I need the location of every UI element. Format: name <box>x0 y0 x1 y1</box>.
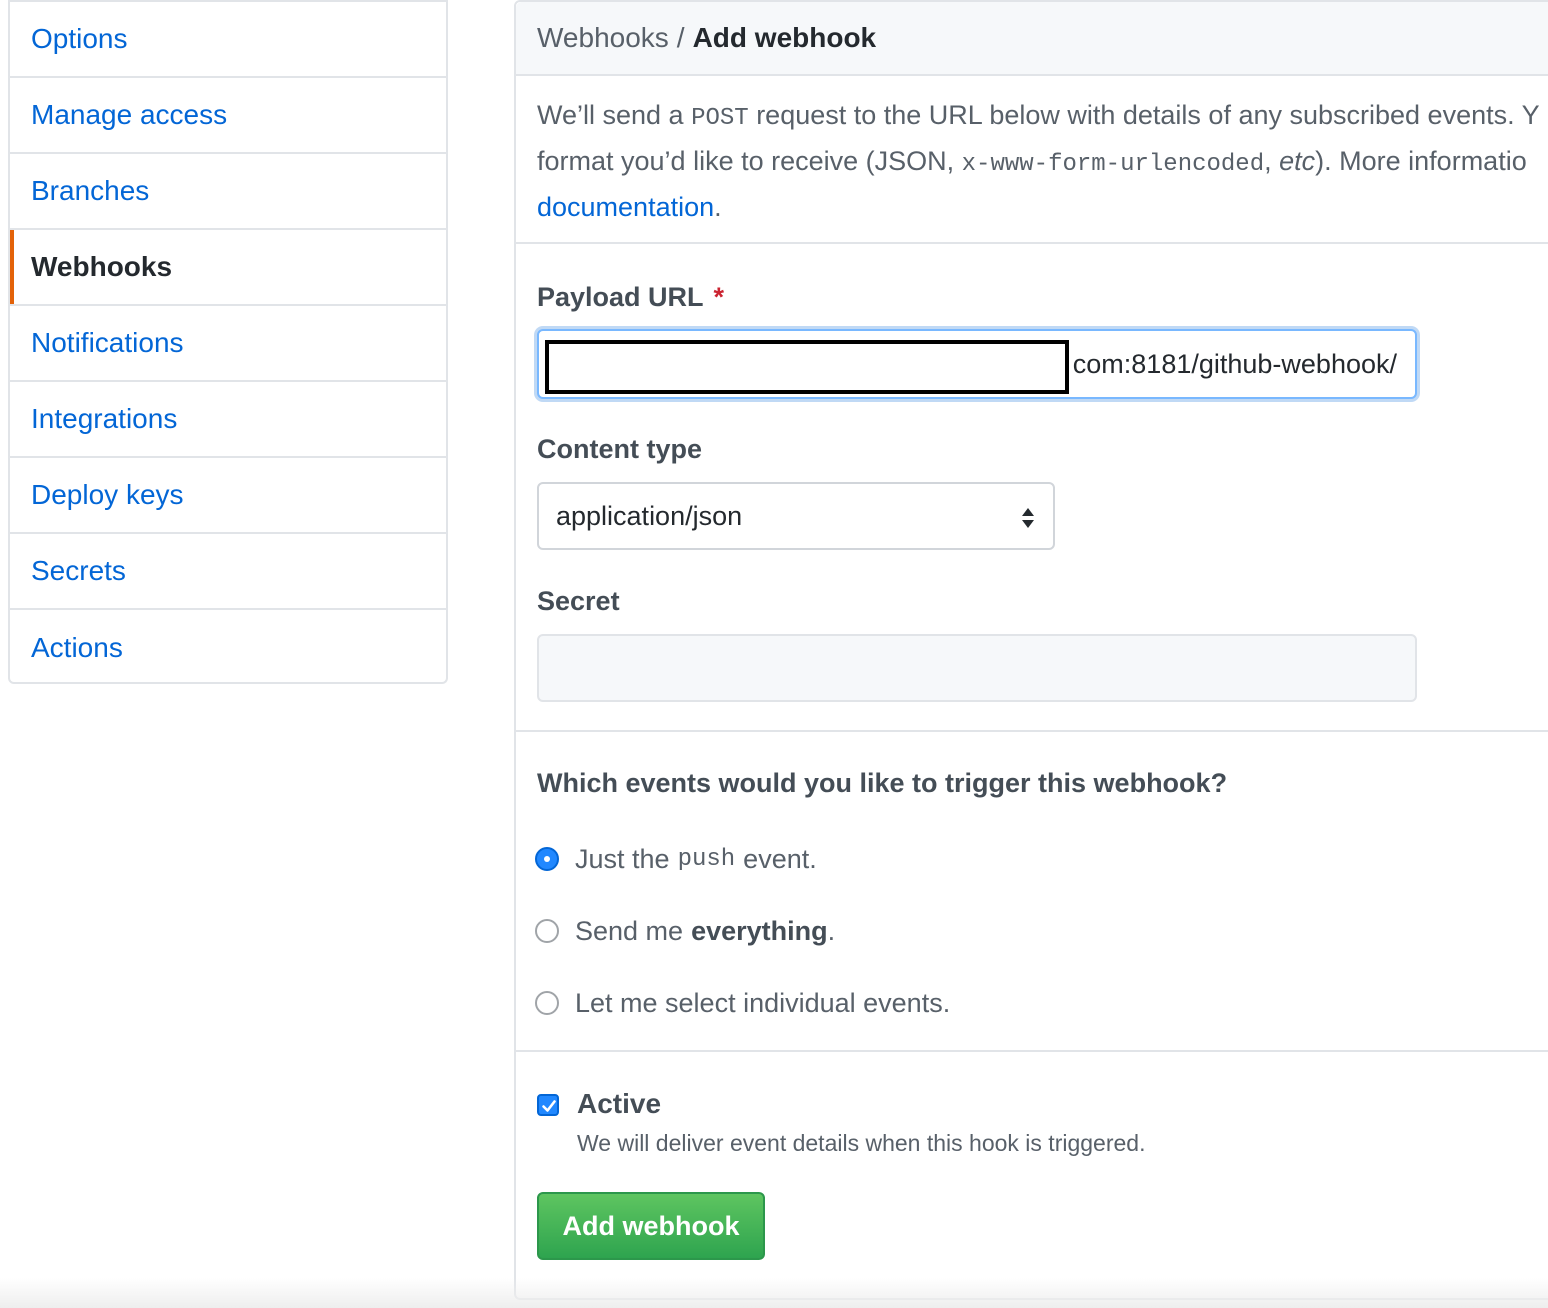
radio-push-event[interactable]: Just the push event. <box>535 839 817 879</box>
bottom-shadow <box>0 1278 1548 1308</box>
documentation-link[interactable]: documentation <box>537 192 714 222</box>
sidebar-item-label: Webhooks <box>31 251 173 282</box>
sidebar-item-label: Deploy keys <box>31 479 184 510</box>
radio-label: Send me <box>575 915 684 946</box>
page-title: Add webhook <box>692 22 877 53</box>
redaction-box <box>545 340 1069 394</box>
everything-strong: everything <box>691 915 828 946</box>
divider <box>516 242 1548 244</box>
sidebar-item-deploy-keys[interactable]: Deploy keys <box>10 458 446 534</box>
payload-url-label: Payload URL * <box>537 282 724 313</box>
radio-button[interactable] <box>535 919 559 943</box>
intro-text-part: , <box>1264 146 1280 176</box>
form-urlencoded-code: x-www-form-urlencoded <box>961 151 1265 178</box>
active-checkbox[interactable] <box>537 1094 559 1116</box>
sidebar-item-manage-access[interactable]: Manage access <box>10 78 446 154</box>
intro-text-part: request to the URL below with details of… <box>748 100 1540 130</box>
content-type-label: Content type <box>537 434 702 464</box>
payload-url-value: com:8181/github-webhook/ <box>1072 349 1397 379</box>
radio-button[interactable] <box>535 991 559 1015</box>
radio-label: event. <box>743 843 817 874</box>
push-code: push <box>677 845 736 873</box>
sidebar-item-options[interactable]: Options <box>10 2 446 78</box>
sidebar-item-integrations[interactable]: Integrations <box>10 382 446 458</box>
sidebar-item-notifications[interactable]: Notifications <box>10 306 446 382</box>
etc-text: etc <box>1279 146 1316 176</box>
divider <box>516 1050 1548 1052</box>
sidebar-item-secrets[interactable]: Secrets <box>10 534 446 610</box>
required-mark: * <box>713 282 725 312</box>
secret-input[interactable] <box>537 634 1417 702</box>
active-note: We will deliver event details when this … <box>577 1130 1146 1156</box>
content-type-value: application/json <box>556 500 743 531</box>
sidebar-item-label: Notifications <box>31 327 184 358</box>
selected-indicator <box>10 230 14 304</box>
sidebar-item-branches[interactable]: Branches <box>10 154 446 230</box>
active-label: Active <box>577 1088 662 1119</box>
checkmark-icon <box>542 1100 556 1112</box>
radio-everything[interactable]: Send me everything. <box>535 911 835 951</box>
events-question: Which events would you like to trigger t… <box>537 768 1228 798</box>
radio-label: Let me select individual events. <box>575 987 951 1018</box>
content-type-select[interactable]: application/json <box>537 482 1055 550</box>
radio-label: . <box>827 915 836 946</box>
add-webhook-button[interactable]: Add webhook <box>537 1192 765 1260</box>
settings-sidebar: Options Manage access Branches Webhooks … <box>8 0 448 684</box>
sidebar-item-actions[interactable]: Actions <box>10 610 446 686</box>
intro-text-part: . <box>714 192 722 222</box>
sidebar-item-label: Branches <box>31 175 150 206</box>
secret-label: Secret <box>537 586 620 616</box>
intro-text-part: We’ll send a <box>537 100 692 130</box>
intro-text: We’ll send a POST request to the URL bel… <box>537 94 1548 228</box>
breadcrumb-webhooks[interactable]: Webhooks <box>537 22 669 54</box>
radio-individual-events[interactable]: Let me select individual events. <box>535 983 950 1023</box>
sidebar-item-label: Integrations <box>31 403 178 434</box>
post-code: POST <box>691 105 749 132</box>
intro-text-part: format you’d like to receive (JSON, <box>537 146 962 176</box>
sidebar-item-label: Actions <box>31 632 123 663</box>
breadcrumb: Webhooks / Add webhook <box>516 2 1548 76</box>
payload-url-input[interactable]: com:8181/github-webhook/ <box>537 329 1417 399</box>
breadcrumb-separator: / <box>676 22 685 53</box>
radio-button-checked[interactable] <box>535 847 559 871</box>
payload-url-label-text: Payload URL <box>537 282 704 312</box>
sidebar-item-label: Manage access <box>31 99 228 130</box>
intro-text-part: ). More informatio <box>1315 146 1527 176</box>
sidebar-item-label: Secrets <box>31 555 126 586</box>
select-caret-icon <box>1022 508 1034 528</box>
divider <box>516 730 1548 732</box>
sidebar-item-webhooks[interactable]: Webhooks <box>10 230 446 306</box>
add-webhook-panel: Webhooks / Add webhook We’ll send a POST… <box>514 0 1548 1300</box>
radio-label: Just the <box>575 843 670 874</box>
sidebar-item-label: Options <box>31 23 128 54</box>
